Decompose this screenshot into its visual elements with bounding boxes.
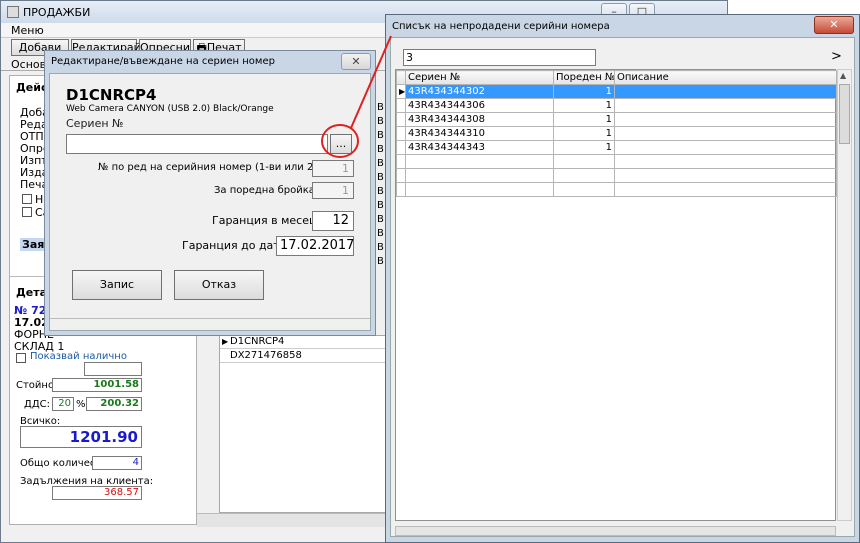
order-cell: 1 [553, 112, 615, 127]
search-go-button[interactable]: > [831, 49, 842, 64]
serial-cell: 43R434344302 [405, 84, 554, 99]
scroll-up-arrow-icon[interactable]: ▲ [840, 71, 846, 80]
piece-field: 1 [312, 182, 354, 199]
cancel-button[interactable]: Отказ [174, 270, 264, 300]
edit-dialog-title: Редактиране/въвеждане на сериен номер [51, 55, 275, 67]
serial-list-window: Списък на непродадени серийни номера ✕ 3… [385, 14, 860, 543]
qty-field: 4 [92, 456, 142, 470]
product-name: Web Camera CANYON (USB 2.0) Black/Orange [66, 104, 274, 114]
serial-table-header: Сериен № Пореден № Описание [396, 70, 837, 85]
serial-input[interactable] [66, 134, 328, 154]
serial-search-input[interactable]: 3 [403, 49, 596, 66]
serial-cell: 43R434344343 [405, 140, 554, 155]
vat-percent-sign: % [76, 399, 86, 410]
show-available-label: Показвай наличнo [30, 351, 127, 362]
row-indicator-icon [396, 126, 406, 141]
serial-row[interactable]: 43R434344310 1 [396, 126, 837, 141]
bottom-band [197, 513, 387, 527]
save-button[interactable]: Запис [72, 270, 162, 300]
show-available-checkbox[interactable] [16, 353, 26, 363]
product-row[interactable]: DX271476858 [220, 350, 386, 363]
serial-cell: 43R434344308 [405, 112, 554, 127]
order-cell: 1 [553, 140, 615, 155]
serial-label: Сериен № [66, 117, 124, 130]
piece-label: За поредна бройка: [214, 185, 319, 196]
column-order[interactable]: Пореден № [553, 70, 615, 85]
description-cell [614, 84, 837, 99]
dialog-footer-line [50, 318, 370, 319]
serial-cell: 43R434344310 [405, 126, 554, 141]
serial-cell: 43R434344306 [405, 98, 554, 113]
order-field: 1 [312, 160, 354, 177]
edit-dialog-titlebar: Редактиране/въвеждане на сериен номер [45, 51, 375, 71]
menu-item[interactable]: Меню [11, 24, 44, 37]
product-code: D1CNRCP4 [230, 336, 285, 347]
vat-value-field: 200.32 [86, 397, 142, 411]
row-indicator-icon [396, 140, 406, 155]
order-cell: 1 [553, 84, 615, 99]
vat-label: ДДС: [24, 399, 50, 410]
warranty-label: Гаранция в месеци: [212, 214, 328, 227]
warranty-date-field[interactable]: 17.02.2017 [276, 236, 354, 256]
main-title: ПРОДАЖБИ [23, 5, 91, 19]
vat-percent-field[interactable]: 20 [52, 397, 74, 411]
serial-table: Сериен № Пореден № Описание ▶ 43R43434430… [396, 70, 837, 197]
row-indicator-icon [396, 112, 406, 127]
row-indicator-icon: ▶ [396, 84, 406, 99]
column-serial[interactable]: Сериен № [405, 70, 554, 85]
edit-dialog-close-button[interactable]: ✕ [341, 53, 371, 70]
warranty-date-label: Гаранция до дата: [182, 239, 291, 252]
serial-list-title: Списък на непродадени серийни номера [392, 20, 610, 32]
header-indicator [396, 70, 406, 85]
description-cell [614, 140, 837, 155]
order-label: № по ред на серийния номер (1-ви или 2-р… [98, 162, 334, 173]
product-code-title: D1CNRCP4 [66, 86, 157, 104]
products-grid: ▶ D1CNRCP4 DX271476858 [219, 335, 387, 513]
serial-row[interactable]: ▶ 43R434344302 1 [396, 84, 837, 99]
serial-row[interactable]: 43R434344306 1 [396, 98, 837, 113]
serial-list-close-button[interactable]: ✕ [814, 16, 854, 34]
description-cell [614, 126, 837, 141]
app-icon [7, 6, 19, 18]
product-row[interactable]: ▶ D1CNRCP4 [220, 336, 386, 349]
order-cell: 1 [553, 126, 615, 141]
checkbox-2[interactable] [22, 207, 32, 217]
warranty-months-field[interactable]: 12 [312, 211, 354, 231]
description-cell [614, 112, 837, 127]
product-code: DX271476858 [230, 350, 302, 361]
checkbox-1[interactable] [22, 194, 32, 204]
edit-dialog-body: D1CNRCP4 Web Camera CANYON (USB 2.0) Bla… [49, 73, 371, 331]
serial-row[interactable]: 43R434344308 1 [396, 112, 837, 127]
browse-serials-button[interactable]: ... [330, 134, 352, 154]
row-indicator-icon [396, 98, 406, 113]
column-description[interactable]: Описание [614, 70, 837, 85]
description-cell [614, 98, 837, 113]
serial-list-titlebar: Списък на непродадени серийни номера [386, 15, 859, 37]
scroll-thumb[interactable] [839, 84, 850, 144]
edit-serial-dialog: Редактиране/въвеждане на сериен номер ✕ … [44, 50, 376, 336]
status-strip [395, 526, 836, 536]
available-field[interactable] [84, 362, 142, 376]
total-field: 1201.90 [20, 426, 142, 448]
value-field: 1001.58 [52, 378, 142, 392]
order-cell: 1 [553, 98, 615, 113]
serial-list-body: 3 > Сериен № Пореден № Описание ▶ 43R4343… [390, 37, 855, 537]
serial-grid: Сериен № Пореден № Описание ▶ 43R43434430… [395, 69, 837, 521]
vertical-scrollbar[interactable]: ▲ [837, 69, 852, 521]
serial-row[interactable]: 43R434344343 1 [396, 140, 837, 155]
debt-field: 368.57 [52, 486, 142, 500]
row-indicator-icon: ▶ [222, 337, 229, 346]
